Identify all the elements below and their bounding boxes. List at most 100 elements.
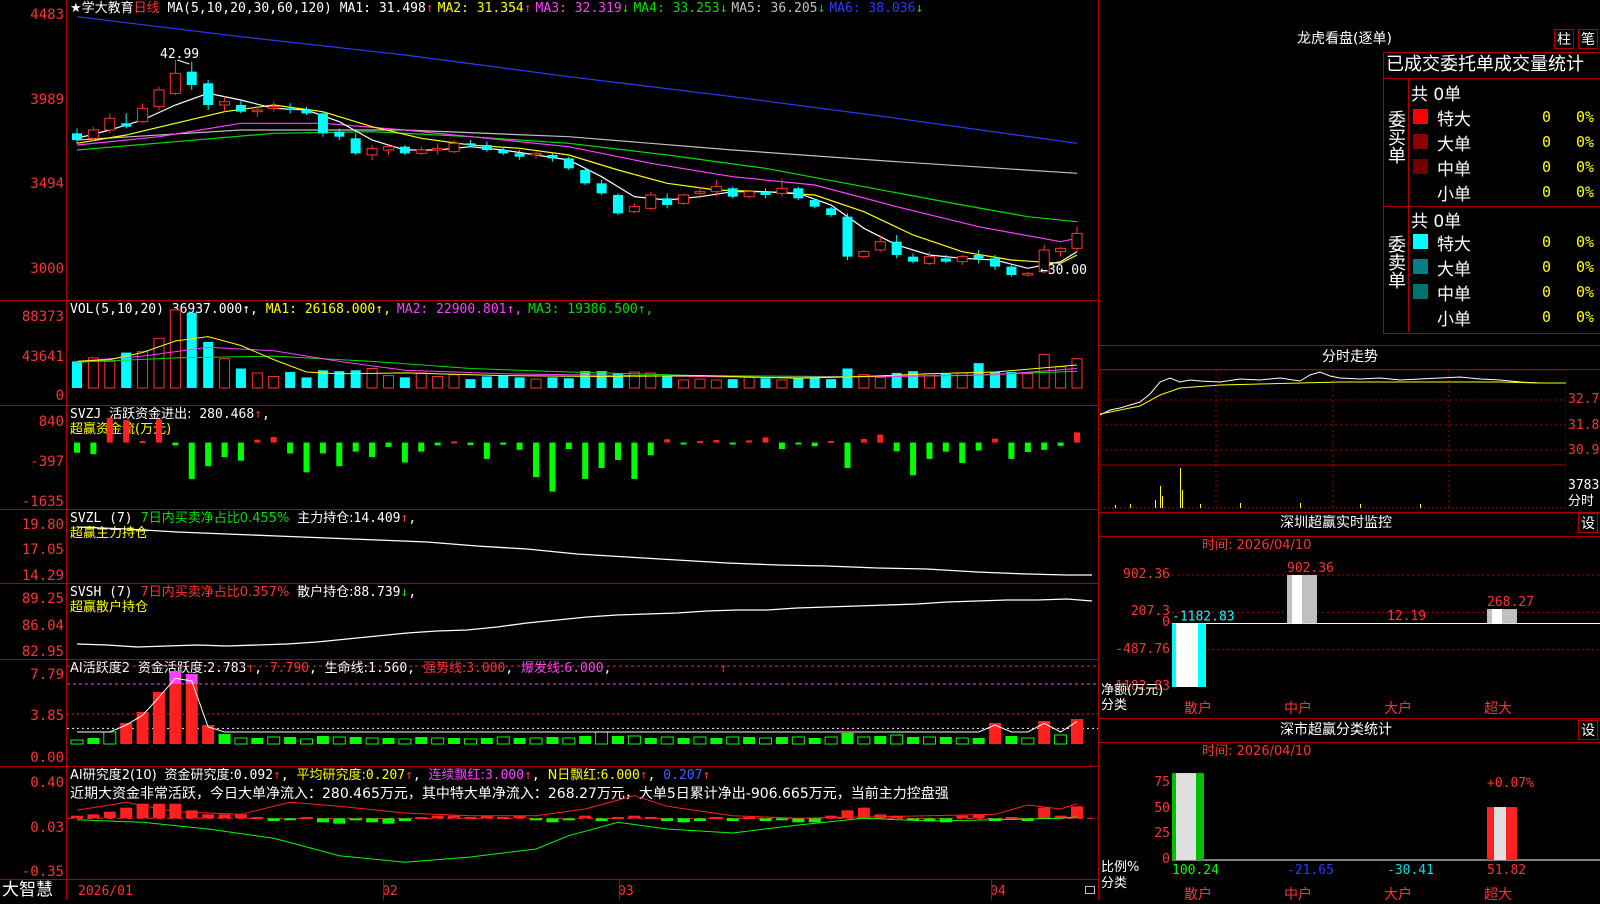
vol-chart[interactable] bbox=[67, 301, 1098, 405]
research-bar bbox=[464, 817, 477, 819]
vol-y-mid: 43641 bbox=[21, 349, 64, 365]
vol-bar bbox=[1022, 373, 1034, 389]
vol-bar bbox=[628, 371, 640, 389]
active-bar bbox=[70, 739, 84, 745]
sell-count-2: 0 bbox=[1542, 283, 1552, 301]
ai-research-y-mid: 0.03 bbox=[30, 820, 64, 836]
vol-bar bbox=[563, 378, 574, 388]
research-bar bbox=[202, 814, 215, 819]
candle bbox=[448, 142, 460, 153]
monitor-cat-3: 超大 bbox=[1484, 701, 1512, 717]
vol-bar bbox=[481, 376, 492, 388]
candle bbox=[826, 208, 837, 215]
bar-mode-button[interactable]: 柱 bbox=[1554, 29, 1574, 49]
svzj-bar bbox=[860, 438, 867, 443]
candle bbox=[104, 117, 116, 131]
svzj-bar bbox=[598, 442, 605, 468]
monitor-chart[interactable]: -1182.83 902.36 12.19 268.27 bbox=[1172, 553, 1600, 703]
vol-bar bbox=[514, 377, 525, 388]
vol-bar bbox=[874, 376, 886, 389]
research-bar bbox=[300, 817, 313, 819]
vol-bar bbox=[710, 379, 722, 389]
tick-mode-button[interactable]: 笔 bbox=[1578, 29, 1598, 49]
sz-class-settings-button[interactable]: 设 bbox=[1578, 720, 1598, 740]
buy-count-1: 0 bbox=[1542, 133, 1552, 151]
active-bar bbox=[595, 731, 609, 745]
class-chart[interactable]: 100.24 -21.65 -30.41 51.82 +0.07% bbox=[1172, 760, 1600, 900]
active-bar bbox=[775, 737, 788, 744]
active-bar bbox=[234, 737, 248, 745]
kline-y-3494: 3494 bbox=[30, 176, 64, 192]
vol-bar bbox=[662, 376, 673, 388]
lock-icon[interactable] bbox=[1085, 886, 1095, 894]
svzj-bar bbox=[975, 442, 982, 451]
vol-bar bbox=[842, 368, 853, 388]
monitor-y-label: -487.76 bbox=[1115, 641, 1170, 657]
monitor-cat-2: 大户 bbox=[1384, 701, 1412, 717]
active-bar bbox=[103, 731, 117, 745]
ma-line-ma5 bbox=[76, 92, 1078, 269]
sz-class-title: 深市超赢分类统计 bbox=[1280, 722, 1392, 738]
candle bbox=[809, 200, 820, 207]
research-bar bbox=[743, 817, 756, 819]
svzj-bar bbox=[123, 420, 130, 443]
vol-bar bbox=[268, 375, 280, 389]
candle bbox=[694, 191, 706, 194]
intraday-vol-max: 3783 bbox=[1568, 478, 1600, 493]
svzj-bar bbox=[959, 442, 966, 463]
vol-bar bbox=[448, 374, 460, 389]
active-bar bbox=[743, 737, 756, 744]
ai-active-y-min: 0.00 bbox=[30, 750, 64, 766]
buy-count-2: 0 bbox=[1542, 158, 1552, 176]
intraday-y-3: 30.93 bbox=[1568, 443, 1600, 458]
kline-chart[interactable] bbox=[67, 0, 1098, 300]
candle bbox=[334, 131, 345, 137]
sell-swatch-1 bbox=[1413, 259, 1428, 274]
ma-line-ma120 bbox=[76, 16, 1078, 144]
research-bar bbox=[497, 817, 510, 819]
active-bar bbox=[415, 737, 428, 744]
research-bar bbox=[1071, 806, 1083, 819]
active-bar bbox=[989, 723, 1002, 744]
monitor-cat-1: 中户 bbox=[1284, 701, 1312, 717]
svzj-bar bbox=[942, 442, 949, 452]
buy-label-1: 大单 bbox=[1437, 135, 1471, 155]
monitor-y-label: 0 bbox=[1162, 615, 1170, 631]
svzj-bar bbox=[90, 442, 97, 455]
ai-active-chart[interactable] bbox=[67, 660, 1098, 766]
svzj-bar bbox=[139, 441, 146, 444]
svzj-bar bbox=[106, 417, 113, 443]
svzj-bar bbox=[385, 442, 392, 447]
ma-line-ma60 bbox=[76, 129, 1078, 174]
vol-bar bbox=[1071, 358, 1083, 389]
class-bar-inner bbox=[1176, 773, 1196, 860]
ai-active-y-mid: 3.85 bbox=[30, 708, 64, 724]
ma-line-ma20 bbox=[76, 122, 1078, 243]
active-bar bbox=[1054, 734, 1068, 745]
candle bbox=[399, 146, 410, 154]
sell-pct-2: 0% bbox=[1576, 283, 1595, 301]
ai-research-chart[interactable] bbox=[67, 767, 1098, 879]
research-bar bbox=[546, 818, 559, 823]
research-bar bbox=[448, 815, 461, 819]
active-bar bbox=[218, 734, 231, 744]
sz-monitor-settings-button[interactable]: 设 bbox=[1578, 513, 1598, 533]
research-bar bbox=[218, 814, 231, 819]
sz-monitor-title: 深圳超赢实时监控 bbox=[1280, 515, 1392, 531]
vol-bar bbox=[465, 379, 476, 388]
candle bbox=[710, 186, 722, 193]
intraday-chart[interactable] bbox=[1100, 370, 1566, 510]
research-bar bbox=[677, 818, 690, 823]
candle bbox=[186, 71, 197, 85]
svzj-chart[interactable] bbox=[67, 406, 1098, 509]
vol-bar bbox=[301, 377, 312, 388]
active-bar bbox=[1038, 721, 1051, 744]
vol-bar bbox=[399, 377, 410, 388]
svsh-chart[interactable] bbox=[67, 584, 1098, 659]
svzl-chart[interactable] bbox=[67, 510, 1098, 583]
svzj-bar bbox=[1057, 442, 1064, 446]
monitor-bar-inner bbox=[1292, 575, 1302, 624]
research-bar bbox=[152, 803, 165, 819]
svzj-bar bbox=[1041, 442, 1048, 450]
svzj-bar bbox=[336, 442, 343, 467]
